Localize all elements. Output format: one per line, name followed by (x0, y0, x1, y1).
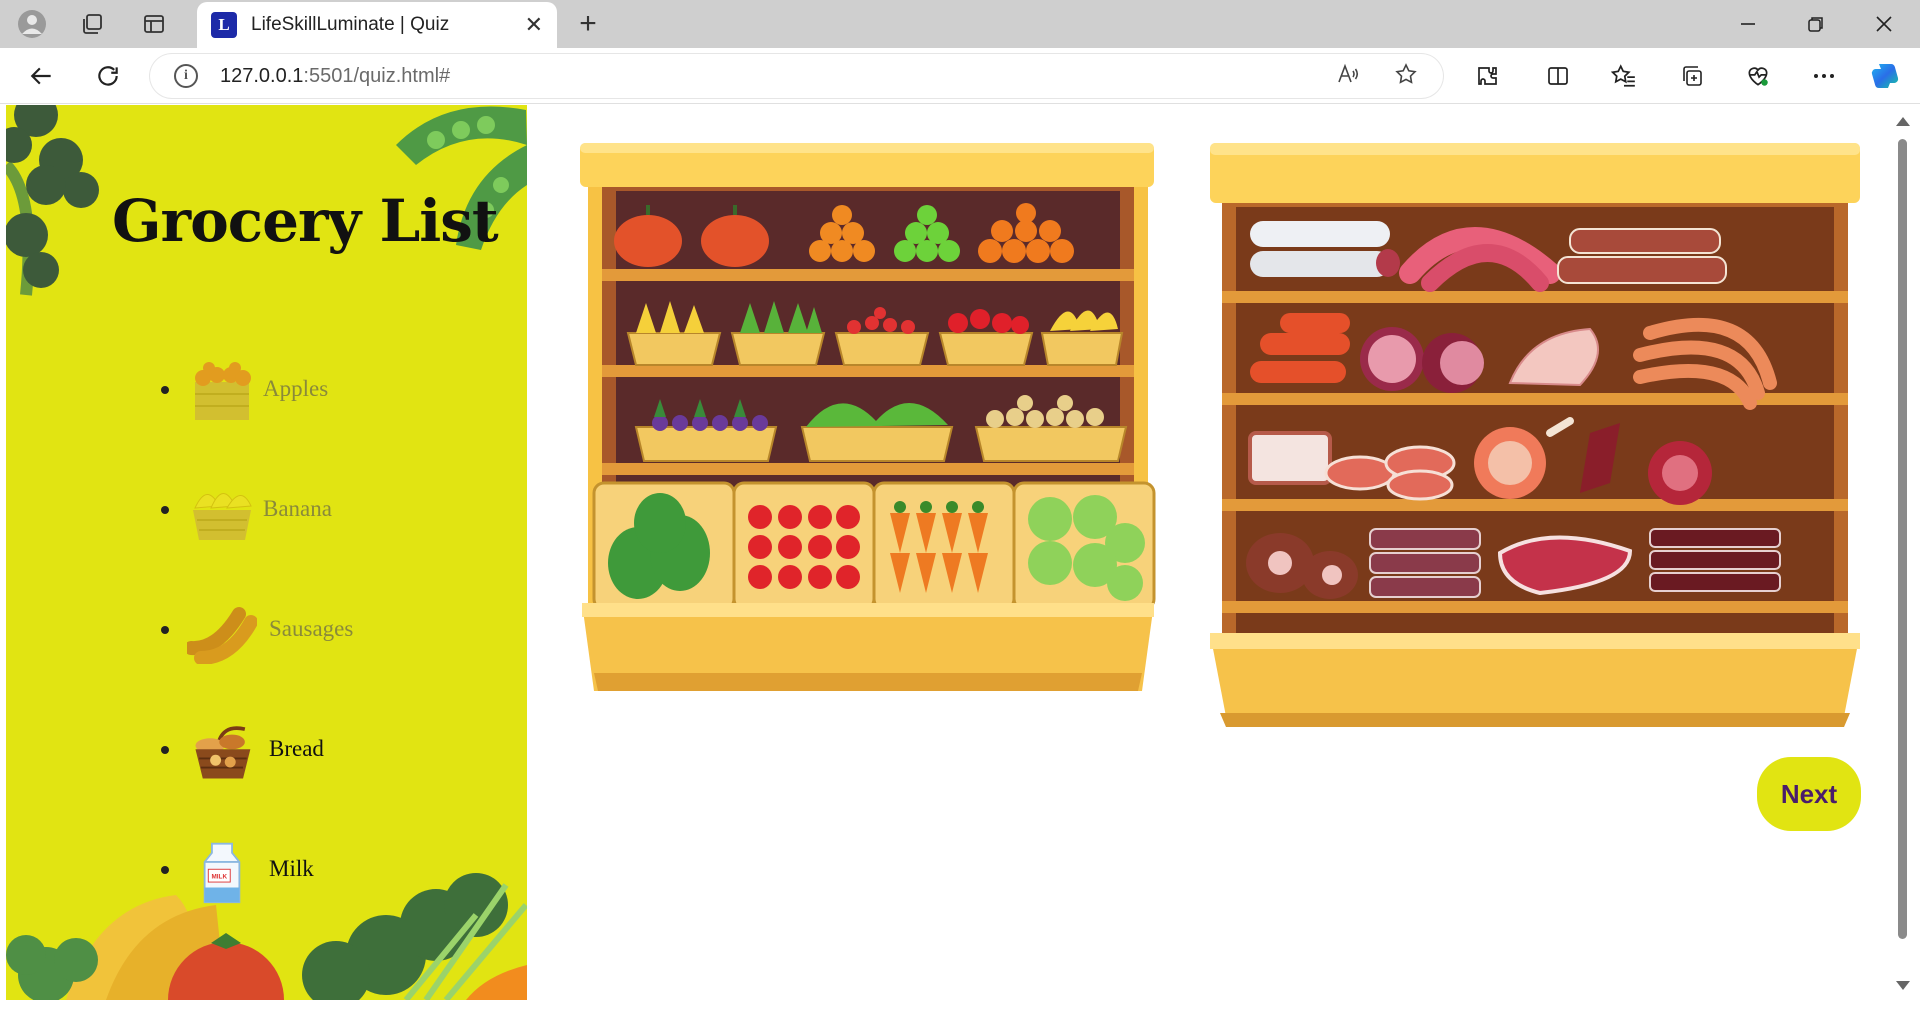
grocery-list: Apples Banana Sausages Bread MILK Milk (161, 330, 461, 930)
address-bar[interactable]: i 127.0.0.1:5501/quiz.html# (150, 54, 1443, 98)
site-favicon-icon: L (211, 12, 237, 38)
tab-close-icon[interactable]: ✕ (525, 12, 543, 38)
collections-icon[interactable] (1674, 58, 1710, 94)
vegetables-decoration-icon (6, 873, 527, 1000)
copilot-icon[interactable] (1868, 58, 1904, 94)
apples-crate-icon (195, 362, 251, 420)
shelves-scene (580, 143, 1860, 727)
extensions-icon[interactable] (1470, 58, 1506, 94)
browser-tab-bar: L LifeSkillLuminate | Quiz ✕ + (0, 0, 1920, 48)
quiz-page: Grocery List Apples Banana Sausages Brea… (0, 105, 1920, 1004)
scroll-thumb[interactable] (1898, 139, 1907, 939)
tab-title: LifeSkillLuminate | Quiz (251, 14, 450, 35)
workspaces-icon[interactable] (76, 8, 108, 40)
broccoli-decoration-icon (6, 105, 99, 296)
favorites-icon[interactable] (1606, 58, 1642, 94)
sausages-icon (187, 607, 257, 664)
favorite-star-icon[interactable] (1394, 62, 1418, 92)
meat-shelf (1210, 143, 1860, 727)
vertical-tabs-icon[interactable] (138, 8, 170, 40)
list-bullet (161, 506, 169, 514)
more-options-icon[interactable] (1806, 58, 1842, 94)
scroll-up-icon[interactable] (1896, 117, 1910, 126)
profile-icon[interactable] (16, 8, 48, 40)
site-info-icon[interactable]: i (174, 64, 198, 88)
bread-basket-icon (195, 726, 251, 779)
split-screen-icon[interactable] (1540, 58, 1576, 94)
grocery-item-sausages[interactable]: Sausages (161, 570, 461, 690)
restore-icon[interactable] (1796, 6, 1836, 42)
next-button[interactable]: Next (1757, 757, 1861, 831)
produce-shelf (580, 143, 1156, 691)
active-tab[interactable]: L LifeSkillLuminate | Quiz ✕ (197, 2, 557, 48)
browser-toolbar: i 127.0.0.1:5501/quiz.html# (0, 48, 1920, 104)
read-aloud-icon[interactable] (1336, 62, 1360, 92)
list-bullet (161, 746, 169, 754)
grocery-item-label: Banana (263, 496, 332, 521)
banana-basket-icon (193, 493, 252, 540)
grocery-item-banana[interactable]: Banana (161, 450, 461, 570)
grocery-item-label: Bread (269, 736, 324, 761)
minimize-icon[interactable] (1728, 6, 1768, 42)
grocery-item-label: Sausages (269, 616, 354, 641)
new-tab-icon[interactable]: + (572, 7, 604, 40)
reload-icon[interactable] (90, 58, 126, 94)
url-text: 127.0.0.1:5501/quiz.html# (220, 64, 451, 87)
browser-essentials-icon[interactable] (1740, 58, 1776, 94)
list-bullet (161, 386, 169, 394)
scroll-down-icon[interactable] (1896, 981, 1910, 990)
close-window-icon[interactable] (1864, 6, 1904, 42)
grocery-item-label: Apples (263, 376, 329, 401)
page-scrollbar[interactable] (1893, 105, 1913, 1004)
grocery-list-title: Grocery List (112, 187, 499, 255)
grocery-item-apples[interactable]: Apples (161, 330, 461, 450)
back-icon[interactable] (24, 58, 60, 94)
list-bullet (161, 626, 169, 634)
grocery-sidebar: Grocery List Apples Banana Sausages Brea… (6, 105, 527, 1000)
grocery-item-bread[interactable]: Bread (161, 690, 461, 810)
